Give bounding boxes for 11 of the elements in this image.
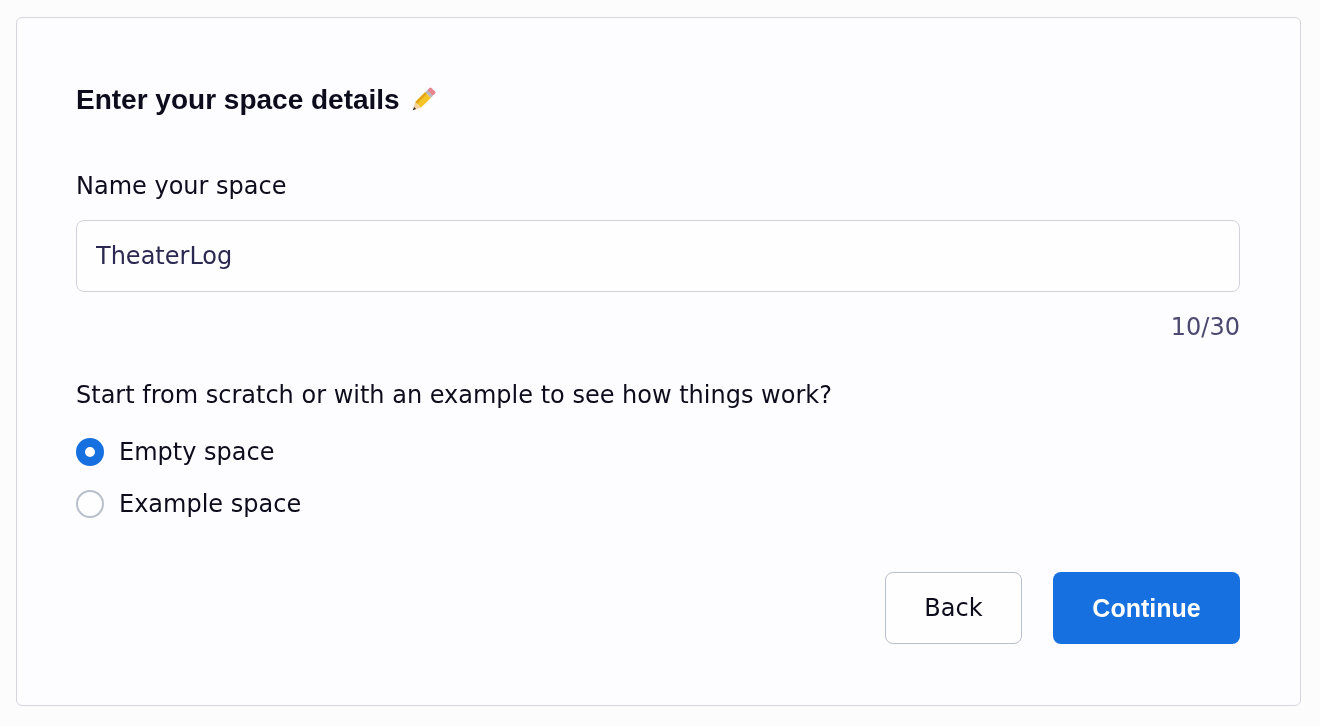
back-button[interactable]: Back: [885, 572, 1022, 644]
radio-label: Example space: [119, 490, 302, 518]
radio-button[interactable]: [76, 490, 104, 518]
radio-label: Empty space: [119, 438, 275, 466]
name-input-field[interactable]: TheaterLog: [76, 220, 1240, 292]
start-question: Start from scratch or with an example to see how things work?: [76, 381, 833, 409]
character-counter: 10/30: [1170, 313, 1240, 341]
radio-button[interactable]: [76, 438, 104, 466]
continue-button[interactable]: Continue: [1053, 572, 1240, 644]
name-label: Name your space: [76, 172, 288, 200]
form-title: Enter your space details: [76, 84, 400, 116]
